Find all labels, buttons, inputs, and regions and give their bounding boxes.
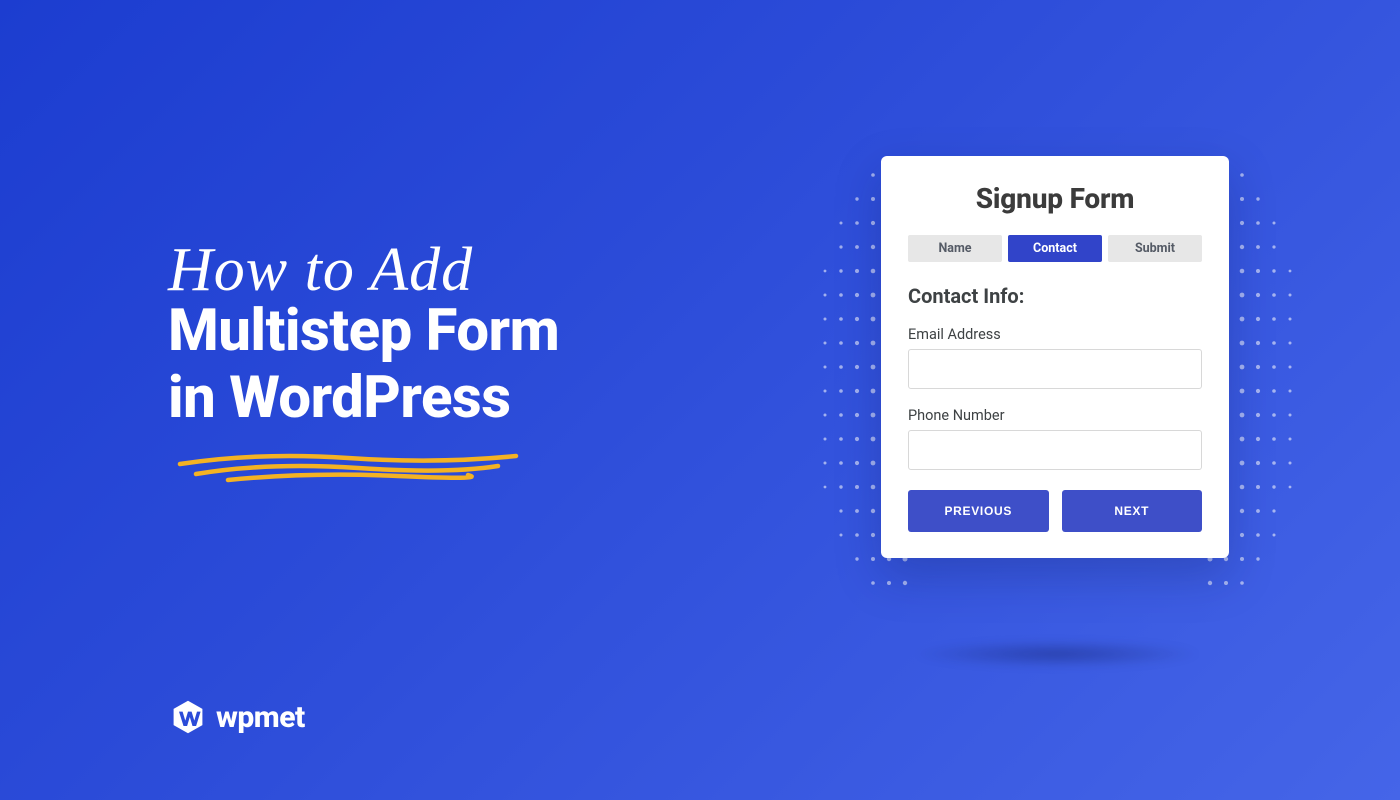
brand-name: wpmet (216, 700, 305, 735)
tab-submit[interactable]: Submit (1108, 235, 1202, 262)
tab-name[interactable]: Name (908, 235, 1002, 262)
tab-contact[interactable]: Contact (1008, 235, 1102, 262)
phone-field-group: Phone Number (908, 407, 1202, 470)
nav-buttons: PREVIOUS NEXT (908, 490, 1202, 532)
headline-script: How to Add (168, 235, 559, 306)
next-button[interactable]: NEXT (1062, 490, 1203, 532)
brand-logo: wpmet (170, 699, 305, 735)
headline-line1: Multistep Form (168, 298, 559, 365)
headline-line2: in WordPress (168, 365, 559, 432)
form-title: Signup Form (908, 182, 1202, 215)
scribble-underline-icon (168, 446, 528, 486)
wpmet-logo-icon (170, 699, 206, 735)
email-field-group: Email Address (908, 326, 1202, 389)
email-input[interactable] (908, 349, 1202, 389)
section-heading: Contact Info: (908, 284, 1202, 308)
card-shadow (912, 640, 1202, 668)
headline-block: How to Add Multistep Form in WordPress (168, 235, 559, 490)
signup-form-card: Signup Form Name Contact Submit Contact … (881, 156, 1229, 558)
email-label: Email Address (908, 326, 1202, 343)
step-tabs: Name Contact Submit (908, 235, 1202, 262)
phone-input[interactable] (908, 430, 1202, 470)
previous-button[interactable]: PREVIOUS (908, 490, 1049, 532)
phone-label: Phone Number (908, 407, 1202, 424)
